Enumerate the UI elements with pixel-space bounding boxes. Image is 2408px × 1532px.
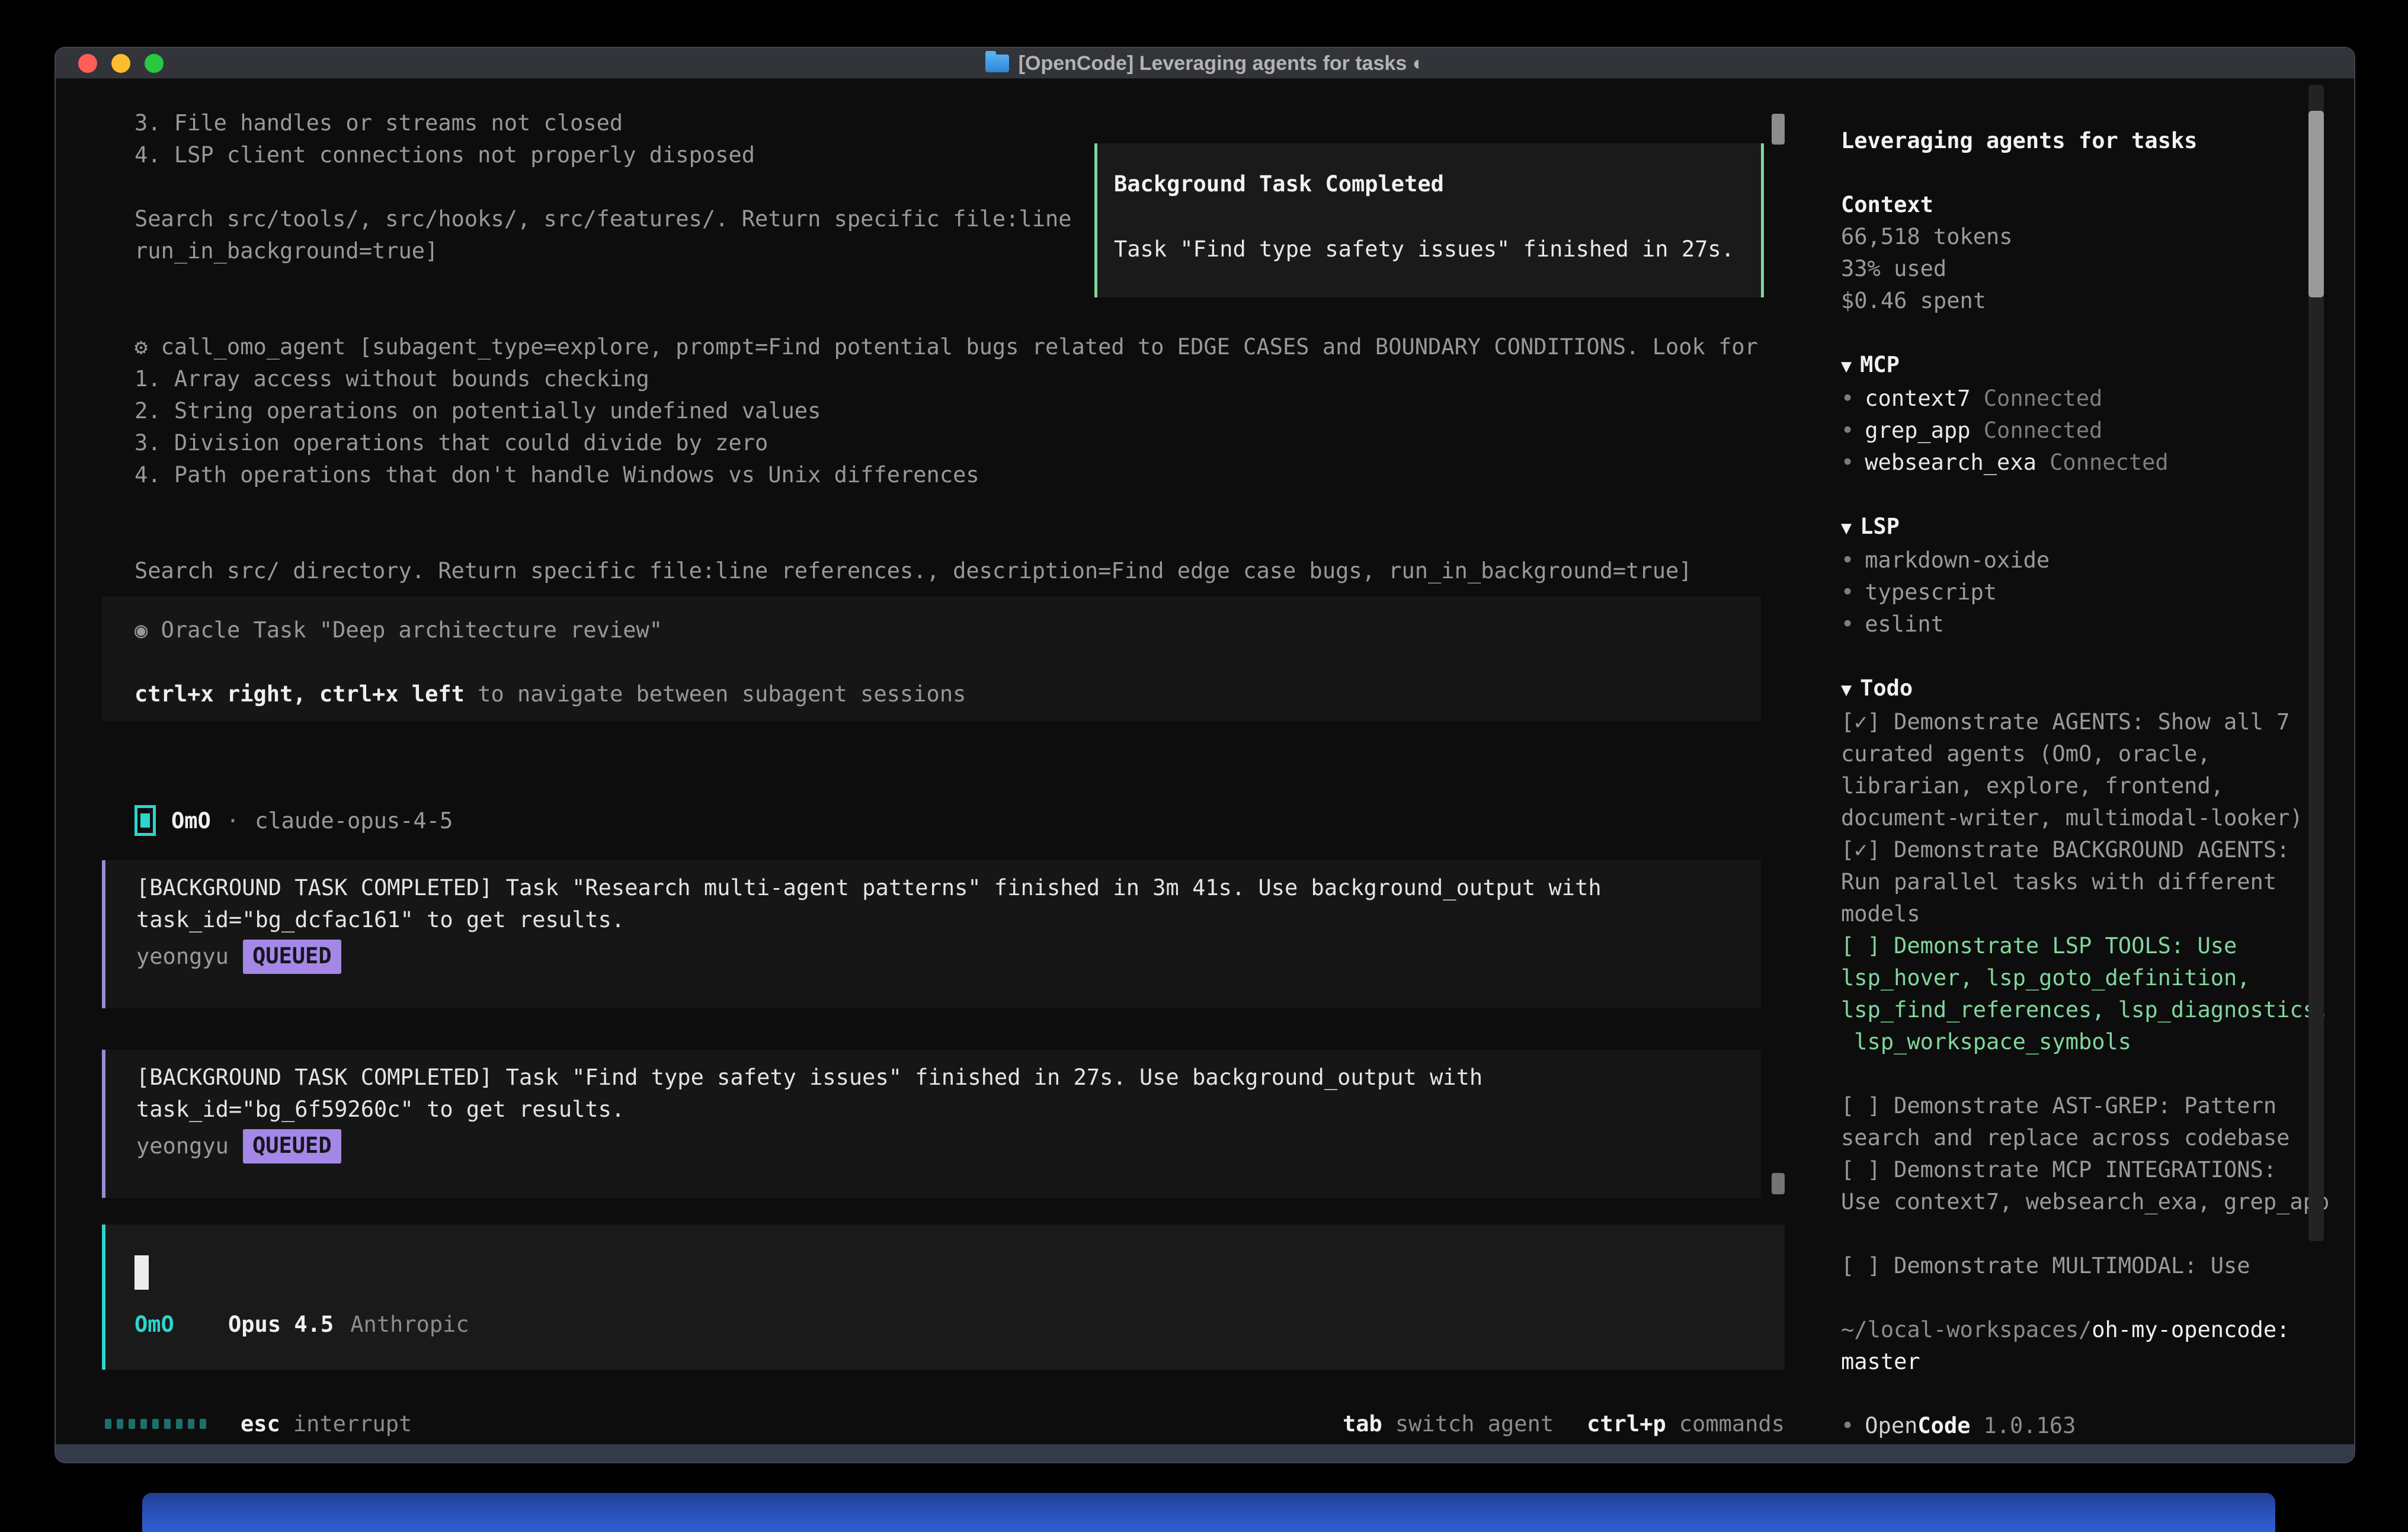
sidebar: Leveraging agents for tasks Context 66,5… bbox=[1814, 79, 2355, 1462]
mcp-item: •websearch_exa Connected bbox=[1841, 447, 2355, 479]
progress-dot bbox=[200, 1419, 206, 1429]
bullet-icon: • bbox=[1841, 611, 1854, 637]
context-spent: $0.46 spent bbox=[1841, 285, 2355, 317]
text-cursor bbox=[135, 1255, 149, 1290]
agent-model: claude-opus-4-5 bbox=[255, 808, 453, 834]
app-version: •OpenCode1.0.163 bbox=[1841, 1410, 2355, 1442]
scrollbar-thumb[interactable] bbox=[1772, 114, 1785, 145]
toast-title: Background Task Completed bbox=[1114, 168, 1761, 200]
scrollbar-thumb[interactable] bbox=[1772, 1173, 1785, 1194]
tab-key-hint: tab bbox=[1343, 1411, 1382, 1437]
session-title: Leveraging agents for tasks bbox=[1841, 125, 2355, 157]
input-agent-name: OmO bbox=[135, 1309, 228, 1341]
todo-item: [ ] Demonstrate MULTIMODAL: Use bbox=[1841, 1250, 2351, 1282]
window-title: [OpenCode] Leveraging agents for tasks ◐ bbox=[1019, 52, 1425, 75]
progress-dot bbox=[176, 1419, 182, 1429]
window-content: 3. File handles or streams not closed 4.… bbox=[56, 79, 2354, 1462]
window-title-wrap: [OpenCode] Leveraging agents for tasks ◐ bbox=[56, 48, 2354, 79]
input-provider-name: Anthropic bbox=[350, 1309, 469, 1341]
mcp-item: •grep_app Connected bbox=[1841, 415, 2355, 447]
lsp-section: ▼LSP •markdown-oxide •typescript •eslint bbox=[1841, 511, 2355, 640]
context-heading: Context bbox=[1841, 189, 2355, 221]
tab-key-label: switch agent bbox=[1395, 1411, 1554, 1437]
window-bottom-edge bbox=[56, 1444, 2354, 1462]
bullet-icon: • bbox=[1841, 418, 1854, 443]
progress-dot bbox=[105, 1419, 111, 1429]
dock-strip bbox=[142, 1493, 2275, 1532]
workspace-info: ~/local-workspaces/oh-my-opencode: maste… bbox=[1841, 1314, 2355, 1378]
folder-icon bbox=[985, 55, 1009, 72]
mcp-heading[interactable]: ▼MCP bbox=[1841, 349, 2355, 383]
todo-item: [ ] Demonstrate LSP TOOLS: Use lsp_hover… bbox=[1841, 930, 2351, 1058]
task-author: yeongyu bbox=[136, 941, 229, 973]
esc-key-label: interrupt bbox=[293, 1411, 412, 1437]
desktop-background: [OpenCode] Leveraging agents for tasks ◐… bbox=[0, 0, 2408, 1532]
status-bar-right: tab switch agent ctrl+p commands bbox=[1343, 1411, 1785, 1437]
progress-dot bbox=[129, 1419, 135, 1429]
collapse-triangle-icon: ▼ bbox=[1841, 518, 1852, 539]
ctrlp-key-label: commands bbox=[1679, 1411, 1785, 1437]
window-titlebar[interactable]: [OpenCode] Leveraging agents for tasks ◐ bbox=[56, 48, 2354, 79]
todo-section: ▼Todo [✓] Demonstrate AGENTS: Show all 7… bbox=[1841, 672, 2355, 1282]
context-used: 33% used bbox=[1841, 253, 2355, 285]
progress-dot bbox=[140, 1419, 147, 1429]
status-badge: QUEUED bbox=[243, 940, 341, 974]
bullet-icon: • bbox=[1841, 579, 1854, 605]
git-branch: master bbox=[1841, 1346, 2355, 1378]
status-badge: QUEUED bbox=[243, 1129, 341, 1164]
workspace-path: ~/local-workspaces/oh-my-opencode: bbox=[1841, 1314, 2355, 1346]
task-completed-block: [BACKGROUND TASK COMPLETED] Task "Resear… bbox=[102, 860, 1761, 1008]
lsp-item: •typescript bbox=[1841, 576, 2355, 608]
lsp-heading[interactable]: ▼LSP bbox=[1841, 511, 2355, 544]
task-line-2: task_id="bg_6f59260c" to get results. bbox=[136, 1094, 1761, 1126]
bullet-icon: • bbox=[1841, 450, 1854, 475]
oracle-navigation-hint: ctrl+x right, ctrl+x left to navigate be… bbox=[135, 678, 1761, 710]
task-author: yeongyu bbox=[136, 1130, 229, 1162]
context-tokens: 66,518 tokens bbox=[1841, 221, 2355, 253]
lsp-item: •eslint bbox=[1841, 608, 2355, 640]
agent-name: OmO bbox=[171, 808, 211, 834]
background-task-toast[interactable]: Background Task Completed Task "Find typ… bbox=[1094, 143, 1764, 297]
task-line-2: task_id="bg_dcfac161" to get results. bbox=[136, 904, 1761, 936]
ctrlp-key-hint: ctrl+p bbox=[1587, 1411, 1666, 1437]
agent-icon bbox=[135, 805, 156, 836]
oracle-task-panel: ◉ Oracle Task "Deep architecture review"… bbox=[102, 597, 1761, 721]
esc-key-hint: esc bbox=[241, 1411, 280, 1437]
todo-item: [✓] Demonstrate BACKGROUND AGENTS: Run p… bbox=[1841, 834, 2351, 930]
agent-header: OmO · claude-opus-4-5 bbox=[135, 803, 453, 838]
lsp-item: •markdown-oxide bbox=[1841, 544, 2355, 576]
terminal-main: 3. File handles or streams not closed 4.… bbox=[56, 79, 1814, 1462]
progress-dots bbox=[105, 1419, 206, 1429]
collapse-triangle-icon: ▼ bbox=[1841, 356, 1852, 377]
input-model-name: Opus 4.5 bbox=[228, 1309, 334, 1341]
app-window: [OpenCode] Leveraging agents for tasks ◐… bbox=[55, 47, 2355, 1463]
progress-dot bbox=[117, 1419, 123, 1429]
separator-dot: · bbox=[226, 808, 239, 834]
progress-dot bbox=[152, 1419, 159, 1429]
oracle-task-title: ◉ Oracle Task "Deep architecture review" bbox=[135, 614, 1761, 646]
bullet-icon: • bbox=[1841, 1413, 1854, 1438]
input-meta: OmO Opus 4.5 Anthropic bbox=[135, 1309, 1785, 1341]
collapse-triangle-icon: ▼ bbox=[1841, 680, 1852, 700]
todo-item: [ ] Demonstrate MCP INTEGRATIONS: Use co… bbox=[1841, 1154, 2351, 1218]
task-line-1: [BACKGROUND TASK COMPLETED] Task "Find t… bbox=[136, 1062, 1761, 1094]
mcp-section: ▼MCP •context7 Connected •grep_app Conne… bbox=[1841, 349, 2355, 479]
record-icon: ◉ bbox=[135, 617, 148, 643]
todo-item: [ ] Demonstrate AST-GREP: Pattern search… bbox=[1841, 1090, 2351, 1154]
toast-body: Task "Find type safety issues" finished … bbox=[1114, 233, 1761, 265]
task-line-1: [BACKGROUND TASK COMPLETED] Task "Resear… bbox=[136, 872, 1761, 904]
progress-dot bbox=[188, 1419, 194, 1429]
mcp-item: •context7 Connected bbox=[1841, 383, 2355, 415]
sidebar-scrollbar-thumb[interactable] bbox=[2308, 111, 2324, 297]
task-completed-block: [BACKGROUND TASK COMPLETED] Task "Find t… bbox=[102, 1050, 1761, 1198]
context-section: Context 66,518 tokens 33% used $0.46 spe… bbox=[1841, 189, 2355, 317]
todo-heading[interactable]: ▼Todo bbox=[1841, 672, 2355, 706]
bullet-icon: • bbox=[1841, 386, 1854, 411]
bullet-icon: • bbox=[1841, 547, 1854, 573]
progress-dot bbox=[164, 1419, 171, 1429]
todo-item: [✓] Demonstrate AGENTS: Show all 7 curat… bbox=[1841, 706, 2351, 834]
status-bar: esc interrupt tab switch agent ctrl+p co… bbox=[105, 1407, 1785, 1440]
prompt-input[interactable]: OmO Opus 4.5 Anthropic bbox=[102, 1225, 1785, 1370]
